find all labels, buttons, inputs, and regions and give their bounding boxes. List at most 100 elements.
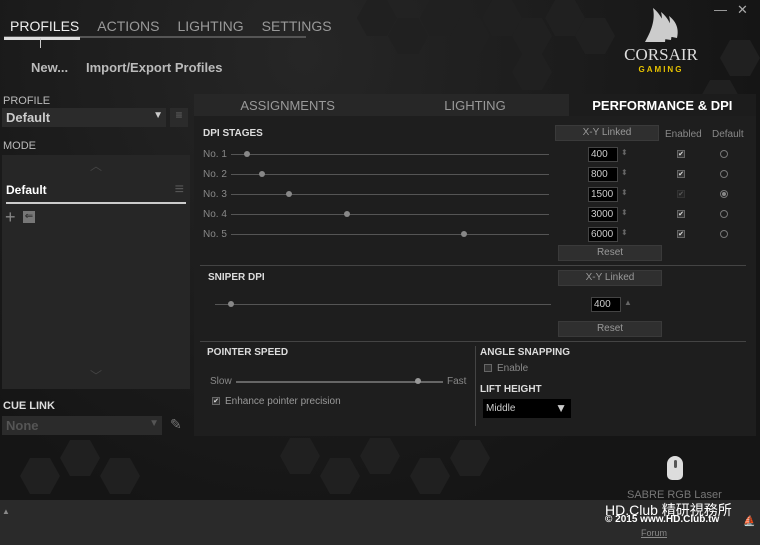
sails-icon bbox=[645, 8, 678, 42]
dpi-stage-label: No. 3 bbox=[203, 189, 227, 200]
slider-thumb[interactable] bbox=[243, 151, 250, 157]
mode-list: ︿ Default ≡ + ⇐ ﹀ bbox=[2, 155, 190, 389]
sniper-reset-button[interactable]: Reset bbox=[558, 321, 662, 337]
dpi-stage-input[interactable]: 3000 bbox=[588, 207, 618, 222]
profile-label: PROFILE bbox=[3, 95, 51, 107]
dpi-stage-enabled-checkbox[interactable]: ✔ bbox=[677, 230, 685, 238]
sniper-dpi-title: SNIPER DPI bbox=[208, 272, 265, 283]
mode-item-label: Default bbox=[6, 183, 47, 197]
spinner-icon[interactable]: ⬍ bbox=[621, 148, 628, 157]
top-nav: PROFILES ACTIONS LIGHTING SETTINGS bbox=[4, 18, 332, 38]
dpi-stage-input[interactable]: 1500 bbox=[588, 187, 618, 202]
brand-name: CORSAIR bbox=[624, 45, 698, 64]
new-profile-button[interactable]: New... bbox=[31, 60, 68, 75]
default-header: Default bbox=[712, 129, 744, 140]
pointer-speed-slider[interactable] bbox=[236, 378, 443, 384]
expand-up-icon[interactable]: ▲ bbox=[2, 507, 10, 516]
enhance-precision-checkbox[interactable]: ✔ bbox=[212, 397, 220, 405]
dpi-stage-default-radio[interactable] bbox=[720, 190, 728, 198]
dpi-stage-input[interactable]: 400 bbox=[588, 147, 618, 162]
corsair-sails-icon: ⛵ bbox=[743, 516, 756, 527]
dpi-stage-default-radio[interactable] bbox=[720, 230, 728, 238]
import-export-button[interactable]: Import/Export Profiles bbox=[86, 60, 223, 75]
cue-link-value: None bbox=[6, 418, 39, 433]
active-tab-indicator bbox=[4, 37, 80, 40]
spinner-icon[interactable]: ⬍ bbox=[621, 188, 628, 197]
angle-snapping-title: ANGLE SNAPPING bbox=[480, 347, 571, 358]
dpi-stage-enabled-checkbox[interactable]: ✔ bbox=[677, 150, 685, 158]
nav-tab-lighting[interactable]: LIGHTING bbox=[177, 18, 243, 36]
xy-linked-button[interactable]: X-Y Linked bbox=[555, 125, 659, 141]
mode-menu-icon[interactable]: ≡ bbox=[175, 181, 184, 199]
minimize-button[interactable]: — bbox=[714, 2, 727, 17]
profile-menu-icon[interactable]: ≡ bbox=[170, 108, 188, 127]
forum-link[interactable]: Forum bbox=[641, 528, 667, 538]
close-button[interactable]: ✕ bbox=[737, 2, 748, 18]
dpi-stage-enabled-checkbox[interactable]: ✔ bbox=[677, 210, 685, 218]
dpi-stage-label: No. 1 bbox=[203, 149, 227, 160]
lift-height-value: Middle bbox=[486, 403, 516, 414]
dpi-stage-label: No. 4 bbox=[203, 209, 227, 220]
dpi-stage-default-radio[interactable] bbox=[720, 150, 728, 158]
divider bbox=[200, 341, 746, 342]
dpi-stage-slider[interactable] bbox=[231, 191, 549, 197]
fast-label: Fast bbox=[447, 376, 467, 387]
tab-assignments[interactable]: ASSIGNMENTS bbox=[194, 94, 382, 116]
nav-tab-actions[interactable]: ACTIONS bbox=[97, 18, 159, 36]
dpi-stage-slider[interactable] bbox=[231, 231, 549, 237]
dpi-stage-default-radio[interactable] bbox=[720, 170, 728, 178]
chevron-down-icon: ▼ bbox=[149, 418, 159, 429]
angle-snapping-enable-label: Enable bbox=[497, 363, 529, 374]
edit-pencil-icon[interactable]: ✎ bbox=[170, 416, 182, 433]
tab-performance-dpi[interactable]: PERFORMANCE & DPI bbox=[568, 94, 756, 116]
sniper-dpi-input[interactable]: 400 bbox=[591, 297, 621, 312]
corsair-logo: CORSAIR GAMING bbox=[620, 8, 702, 74]
dpi-stages-title: DPI STAGES bbox=[203, 128, 263, 139]
profile-value: Default bbox=[6, 110, 51, 125]
cue-link-dropdown[interactable]: None ▼ bbox=[2, 416, 162, 435]
slow-label: Slow bbox=[210, 376, 232, 387]
dpi-stage-label: No. 5 bbox=[203, 229, 227, 240]
scroll-up-icon[interactable]: ︿ bbox=[90, 157, 102, 174]
dpi-stage-input[interactable]: 800 bbox=[588, 167, 618, 182]
scroll-down-icon[interactable]: ﹀ bbox=[90, 367, 102, 384]
sniper-dpi-slider[interactable] bbox=[215, 301, 551, 307]
nav-tab-profiles[interactable]: PROFILES bbox=[10, 18, 79, 36]
divider bbox=[475, 346, 476, 426]
nav-tab-settings[interactable]: SETTINGS bbox=[262, 18, 332, 36]
mouse-device-icon[interactable] bbox=[667, 456, 683, 480]
profile-dropdown[interactable]: Default ▼ bbox=[2, 108, 166, 127]
brand-sub: GAMING bbox=[638, 65, 684, 74]
sniper-xy-linked-button[interactable]: X-Y Linked bbox=[558, 270, 662, 286]
slider-thumb[interactable] bbox=[460, 231, 467, 237]
active-tab-tick bbox=[40, 38, 41, 48]
dpi-stage-enabled-checkbox[interactable]: ✔ bbox=[677, 170, 685, 178]
dpi-stage-input[interactable]: 6000 bbox=[588, 227, 618, 242]
dpi-stage-slider[interactable] bbox=[231, 211, 549, 217]
spinner-icon[interactable]: ⬍ bbox=[621, 208, 628, 217]
import-mode-icon[interactable]: ⇐ bbox=[23, 211, 35, 223]
watermark-line2: © 2015 www.HD.Club.tw bbox=[605, 514, 720, 525]
angle-snapping-checkbox[interactable] bbox=[484, 364, 492, 372]
add-mode-icon[interactable]: + bbox=[5, 207, 16, 228]
main-tabs: ASSIGNMENTS LIGHTING PERFORMANCE & DPI bbox=[194, 94, 756, 116]
lift-height-title: LIFT HEIGHT bbox=[480, 384, 542, 395]
spinner-icon[interactable]: ⬍ bbox=[621, 168, 628, 177]
spinner-icon[interactable]: ▲ bbox=[624, 298, 632, 307]
dpi-stage-slider[interactable] bbox=[231, 151, 549, 157]
cue-link-label: CUE LINK bbox=[3, 400, 55, 412]
tab-lighting[interactable]: LIGHTING bbox=[381, 94, 569, 116]
mode-item[interactable]: Default ≡ bbox=[6, 181, 186, 204]
enhance-precision-label: Enhance pointer precision bbox=[225, 396, 341, 407]
mode-label: MODE bbox=[3, 140, 36, 152]
slider-thumb[interactable] bbox=[259, 171, 266, 177]
lift-height-dropdown[interactable]: Middle ▼ bbox=[483, 399, 571, 418]
chevron-down-icon: ▼ bbox=[153, 110, 163, 121]
dpi-stage-enabled-checkbox[interactable]: ✔ bbox=[677, 190, 685, 198]
chevron-down-icon: ▼ bbox=[555, 401, 567, 415]
dpi-reset-button[interactable]: Reset bbox=[558, 245, 662, 261]
spinner-icon[interactable]: ⬍ bbox=[621, 228, 628, 237]
dpi-stage-default-radio[interactable] bbox=[720, 210, 728, 218]
enabled-header: Enabled bbox=[665, 129, 702, 140]
dpi-stage-slider[interactable] bbox=[231, 171, 549, 177]
